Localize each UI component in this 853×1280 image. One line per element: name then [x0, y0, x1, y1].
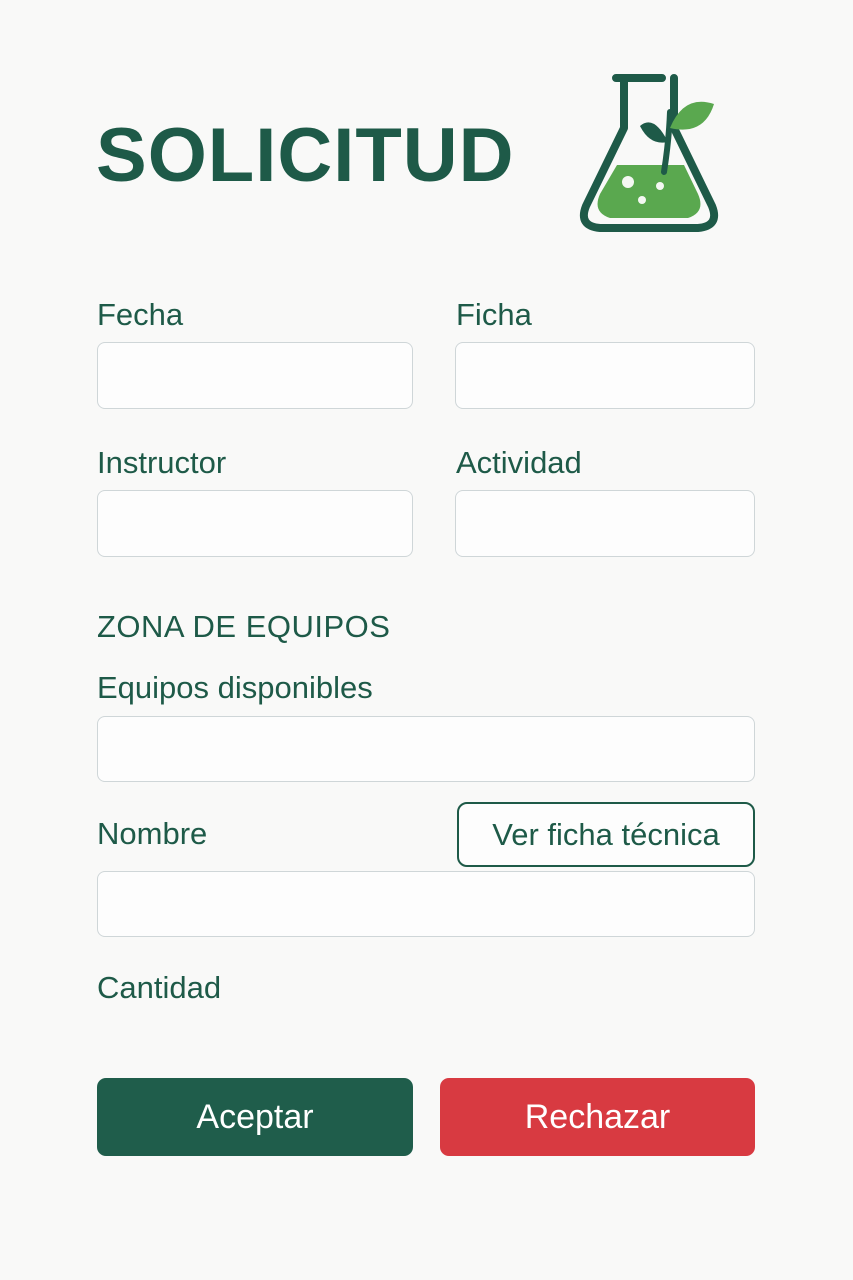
- page-title: SOLICITUD: [96, 113, 515, 198]
- instructor-input[interactable]: [97, 490, 413, 557]
- instructor-label: Instructor: [97, 445, 227, 480]
- equipment-section-title: ZONA DE EQUIPOS: [97, 609, 391, 644]
- fecha-label: Fecha: [97, 297, 184, 332]
- ficha-input[interactable]: [455, 342, 755, 409]
- equipos-disponibles-input[interactable]: [97, 716, 755, 782]
- fecha-input[interactable]: [97, 342, 413, 409]
- lab-flask-leaf-icon: [579, 74, 719, 232]
- reject-button[interactable]: Rechazar: [440, 1078, 755, 1156]
- ficha-label: Ficha: [456, 297, 532, 332]
- actividad-label: Actividad: [456, 445, 582, 480]
- view-tech-sheet-button[interactable]: Ver ficha técnica: [457, 802, 755, 867]
- nombre-input[interactable]: [97, 871, 755, 937]
- equipos-disponibles-label: Equipos disponibles: [97, 670, 373, 705]
- actividad-input[interactable]: [455, 490, 755, 557]
- cantidad-label: Cantidad: [97, 970, 222, 1005]
- nombre-label: Nombre: [97, 816, 208, 851]
- accept-button[interactable]: Aceptar: [97, 1078, 413, 1156]
